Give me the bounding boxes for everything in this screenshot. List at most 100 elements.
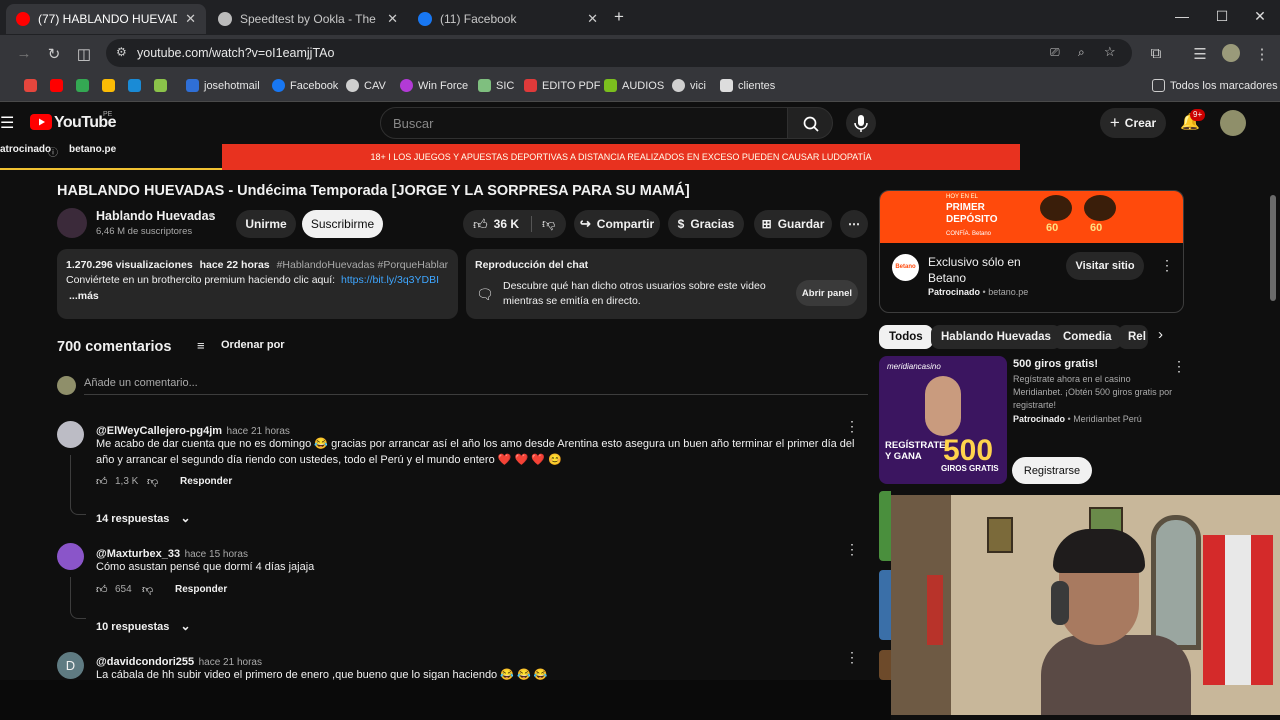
ad-warning-banner[interactable]: 18+ I LOS JUEGOS Y APUESTAS DEPORTIVAS A…: [222, 144, 1020, 170]
profile-avatar[interactable]: [1222, 44, 1240, 62]
casino-ad-title[interactable]: 500 giros gratis!: [1013, 358, 1098, 370]
bookmark-star-icon[interactable]: ☆: [1104, 44, 1116, 60]
reply-button[interactable]: Responder: [175, 584, 227, 595]
extensions-icon[interactable]: ⧉: [1146, 45, 1166, 62]
reload-icon[interactable]: ↻: [44, 45, 64, 63]
chip-comedia[interactable]: Comedia: [1053, 325, 1122, 349]
thanks-button[interactable]: $ Gracias: [668, 210, 744, 238]
account-avatar[interactable]: [1220, 110, 1246, 136]
channel-avatar[interactable]: [57, 208, 87, 238]
open-panel-button[interactable]: Abrir panel: [796, 280, 858, 306]
search-input[interactable]: Buscar: [380, 107, 788, 139]
more-actions-button[interactable]: ⋯: [840, 210, 868, 238]
close-window-icon[interactable]: ✕: [1240, 8, 1280, 25]
info-icon[interactable]: ⓘ: [48, 144, 58, 159]
view-replies-button[interactable]: 10 respuestas ⌄: [96, 619, 191, 633]
voice-search-button[interactable]: [846, 108, 876, 138]
ad-domain[interactable]: betano.pe: [69, 144, 116, 155]
view-replies-button[interactable]: 14 respuestas ⌄: [96, 511, 191, 525]
youtube-logo-icon[interactable]: [30, 114, 52, 130]
ad-menu-icon[interactable]: ⋮: [1160, 257, 1174, 274]
bookmark-audios[interactable]: AUDIOS: [604, 79, 664, 92]
like-icon[interactable]: 👍︎: [473, 216, 488, 233]
chip-scroll-right-icon[interactable]: ›: [1158, 326, 1163, 343]
comment-like-icon[interactable]: 👍︎: [96, 475, 108, 488]
bookmark-app-icon[interactable]: [24, 79, 42, 92]
chip-hablando-huevadas[interactable]: Hablando Huevadas: [931, 325, 1061, 349]
register-button[interactable]: Registrarse: [1012, 457, 1092, 484]
ad-banner-image[interactable]: HOY EN EL PRIMER DEPÓSITO CONFÍA. Betano…: [880, 191, 1183, 243]
ad-title[interactable]: Exclusivo sólo en Betano: [928, 254, 1038, 286]
menu-icon[interactable]: ⋮: [1252, 45, 1272, 63]
tab-facebook[interactable]: (11) Facebook ✕: [408, 4, 608, 34]
create-button[interactable]: + Crear: [1100, 108, 1166, 138]
description-box[interactable]: 1.270.296 visualizaciones hace 22 horas …: [57, 249, 458, 319]
close-tab-icon[interactable]: ✕: [587, 11, 598, 27]
show-more-link[interactable]: ...más: [69, 290, 99, 302]
sidebar-icon[interactable]: ◫: [74, 45, 94, 63]
zoom-icon[interactable]: ⌕: [1078, 45, 1085, 60]
close-tab-icon[interactable]: ✕: [185, 11, 196, 27]
bookmark-youtube-icon[interactable]: [50, 79, 68, 92]
hashtags[interactable]: #HablandoHuevadas #PorqueHablar: [277, 259, 449, 271]
search-button[interactable]: [787, 107, 833, 139]
comment-avatar[interactable]: [57, 421, 84, 448]
bookmark-facebook[interactable]: Facebook: [272, 79, 338, 92]
recommended-thumbnail[interactable]: [879, 491, 891, 561]
bookmark-clientes[interactable]: clientes: [720, 79, 775, 92]
bookmark-edito-pdf[interactable]: EDITO PDF: [524, 79, 600, 92]
all-bookmarks-folder[interactable]: Todos los marcadores: [1152, 79, 1278, 92]
betano-logo[interactable]: Betano: [892, 254, 919, 281]
cast-icon[interactable]: ⎚: [1050, 45, 1060, 60]
comment-dislike-icon[interactable]: 👎︎: [142, 583, 153, 596]
comment-more-icon[interactable]: ⋮: [845, 541, 859, 558]
channel-name[interactable]: Hablando Huevadas: [96, 209, 215, 223]
description-link[interactable]: https://bit.ly/3q3YDBI: [341, 274, 439, 286]
visit-site-button[interactable]: Visitar sitio: [1066, 252, 1144, 280]
bookmark-sic[interactable]: SIC: [478, 79, 514, 92]
bookmark-photos-icon[interactable]: [102, 79, 120, 92]
minimize-icon[interactable]: —: [1162, 8, 1202, 24]
comment-avatar[interactable]: D: [57, 652, 84, 679]
site-info-icon[interactable]: ⚙: [116, 45, 127, 59]
hamburger-menu-icon[interactable]: ☰: [0, 113, 14, 133]
save-button[interactable]: ⊞ Guardar: [754, 210, 832, 238]
maximize-icon[interactable]: ☐: [1202, 8, 1242, 25]
dislike-icon[interactable]: 👎︎: [531, 216, 555, 232]
tab-search-icon[interactable]: ☰: [1190, 45, 1210, 63]
bookmark-cav[interactable]: CAV: [346, 79, 386, 92]
share-button[interactable]: ↪ Compartir: [574, 210, 660, 238]
close-tab-icon[interactable]: ✕: [387, 11, 398, 27]
page-scrollbar-thumb[interactable]: [1270, 195, 1276, 301]
reply-button[interactable]: Responder: [180, 476, 232, 487]
address-bar[interactable]: ⚙ youtube.com/watch?v=oI1eamjjTAo ⎚ ⌕ ☆: [106, 39, 1132, 67]
subscribe-button[interactable]: Suscribirme: [302, 210, 383, 238]
casino-ad-thumbnail[interactable]: meridiancasino REGÍSTRATE Y GANA 500 GIR…: [879, 356, 1007, 484]
casino-ad-menu-icon[interactable]: ⋮: [1172, 358, 1186, 375]
sort-icon[interactable]: ≡: [197, 338, 205, 353]
forward-icon[interactable]: →: [14, 45, 34, 62]
bookmark-josehotmail[interactable]: josehotmail: [186, 79, 260, 92]
bookmark-win-force[interactable]: Win Force: [400, 79, 468, 92]
comment-like-icon[interactable]: 👍︎: [96, 583, 108, 596]
chip-related[interactable]: Rel: [1118, 325, 1148, 349]
bookmark-check-icon[interactable]: [154, 79, 172, 92]
recommended-thumbnail[interactable]: [879, 650, 891, 680]
like-count[interactable]: 36 K: [494, 217, 519, 231]
tab-youtube[interactable]: (77) HABLANDO HUEVADAS - U ✕: [6, 4, 206, 34]
bookmark-vici[interactable]: vici: [672, 79, 706, 92]
chip-all[interactable]: Todos: [879, 325, 933, 349]
sidebar-ad-card[interactable]: HOY EN EL PRIMER DEPÓSITO CONFÍA. Betano…: [879, 190, 1184, 313]
comment-dislike-icon[interactable]: 👎︎: [147, 475, 158, 488]
bookmark-edge-icon[interactable]: [128, 79, 146, 92]
add-comment-input[interactable]: Añade un comentario...: [84, 377, 198, 389]
join-button[interactable]: Unirme: [236, 210, 296, 238]
comment-more-icon[interactable]: ⋮: [845, 418, 859, 435]
recommended-thumbnail[interactable]: [879, 570, 891, 640]
sort-by-button[interactable]: Ordenar por: [221, 339, 285, 351]
tab-speedtest[interactable]: Speedtest by Ookla - The Global ✕: [208, 4, 408, 34]
comment-more-icon[interactable]: ⋮: [845, 649, 859, 666]
new-tab-button[interactable]: +: [614, 7, 624, 27]
bookmark-maps-icon[interactable]: [76, 79, 94, 92]
comment-avatar[interactable]: [57, 543, 84, 570]
